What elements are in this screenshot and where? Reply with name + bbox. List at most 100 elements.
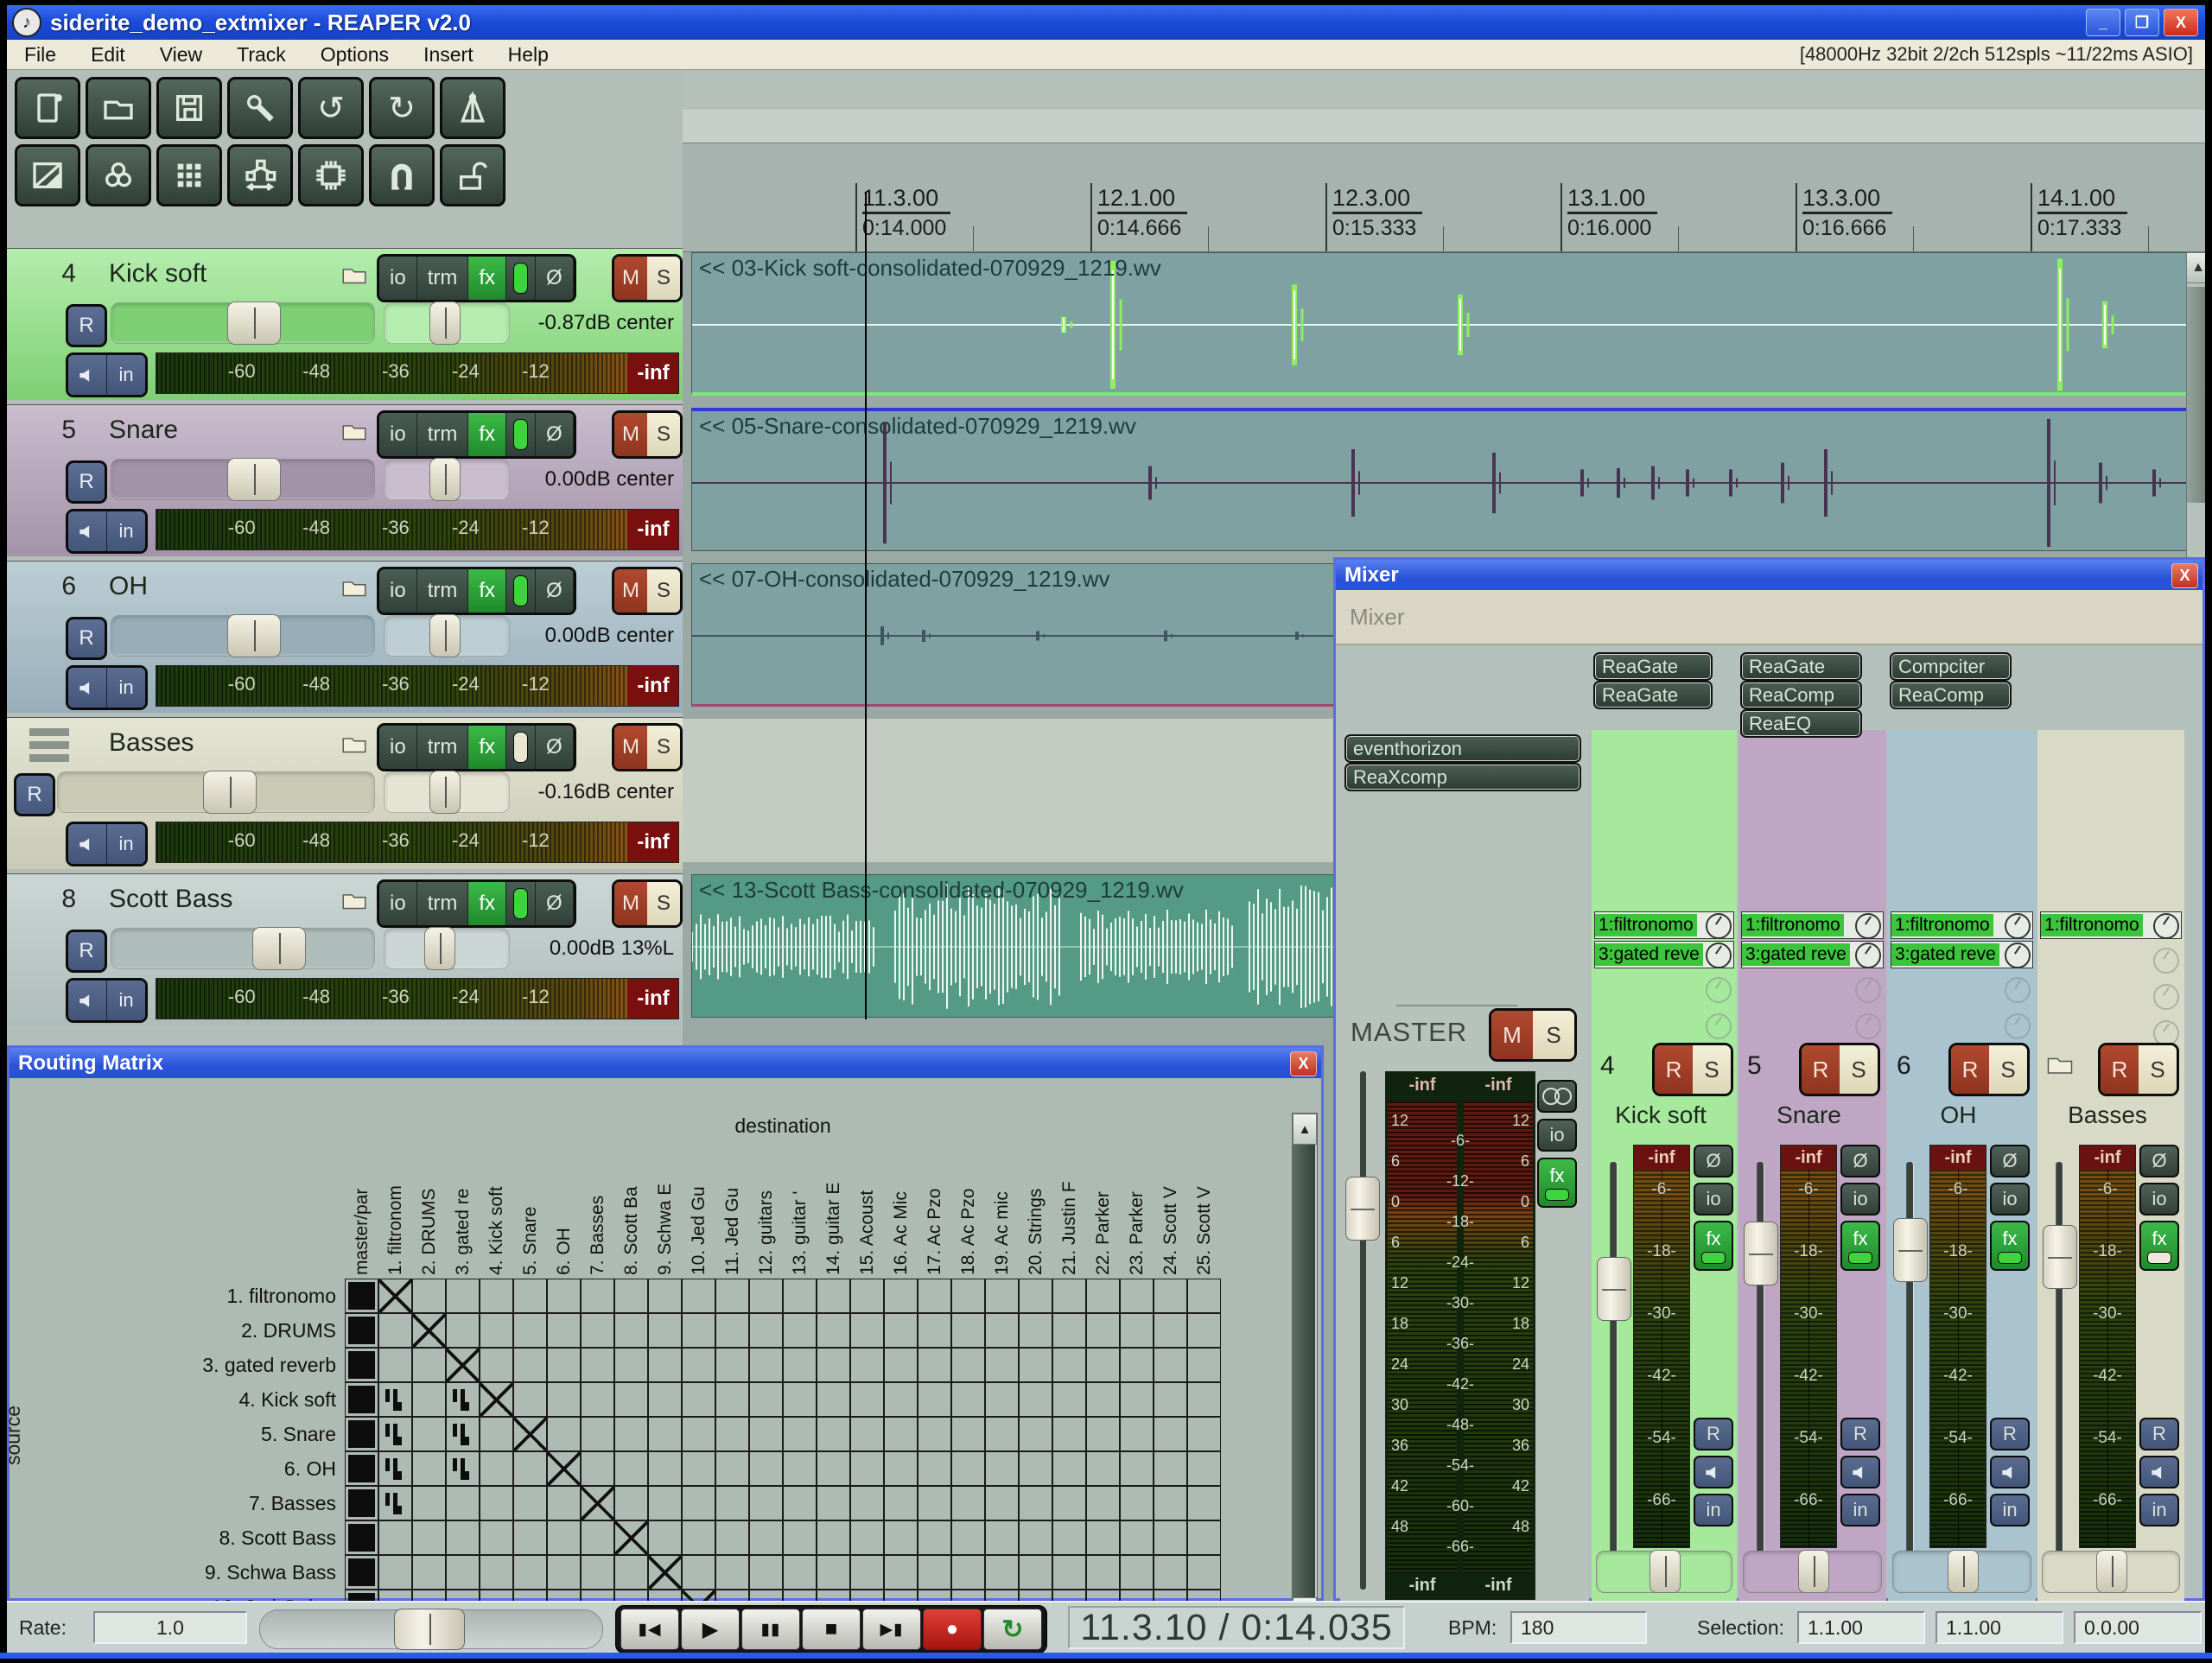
solo-button[interactable]: S [1840, 1045, 1878, 1094]
matrix-cell[interactable] [345, 1555, 378, 1590]
send-knob[interactable] [1706, 913, 1732, 939]
matrix-cell[interactable] [378, 1520, 412, 1555]
matrix-cell[interactable] [951, 1555, 985, 1590]
solo-button[interactable]: S [647, 882, 680, 925]
matrix-cell[interactable] [1052, 1555, 1086, 1590]
matrix-cell[interactable] [1086, 1486, 1120, 1520]
pan-slider-thumb[interactable] [424, 927, 455, 970]
matrix-cell[interactable] [951, 1520, 985, 1555]
matrix-cell[interactable] [783, 1486, 817, 1520]
volume-slider-thumb[interactable] [203, 771, 257, 814]
media-item[interactable]: << 05-Snare-consolidated-070929_1219.wv [691, 408, 2188, 551]
matrix-cell[interactable] [345, 1520, 378, 1555]
matrix-cell[interactable] [715, 1348, 749, 1382]
record-button[interactable]: ● [923, 1609, 982, 1650]
matrix-cell[interactable] [817, 1520, 850, 1555]
mixer-button[interactable] [86, 144, 151, 206]
matrix-cell[interactable] [715, 1520, 749, 1555]
matrix-cell[interactable] [884, 1555, 918, 1590]
matrix-cell[interactable] [1187, 1279, 1221, 1313]
channel-fader[interactable] [1893, 1162, 1926, 1577]
fader-thumb[interactable] [1744, 1222, 1778, 1285]
matrix-cell[interactable] [648, 1382, 682, 1417]
matrix-cell[interactable] [985, 1348, 1019, 1382]
matrix-cell[interactable] [345, 1417, 378, 1451]
io-button[interactable]: io [379, 569, 417, 613]
metronome-button[interactable] [440, 77, 505, 139]
matrix-cell[interactable] [985, 1486, 1019, 1520]
empty-send-knob[interactable] [2005, 977, 2031, 1003]
matrix-cell[interactable] [1187, 1417, 1221, 1451]
matrix-cell[interactable] [884, 1348, 918, 1382]
matrix-cell[interactable] [1154, 1348, 1187, 1382]
matrix-cell[interactable] [682, 1279, 715, 1313]
matrix-cell[interactable] [682, 1348, 715, 1382]
master-fader[interactable] [1345, 1071, 1380, 1590]
send-knob[interactable] [1855, 943, 1881, 968]
monitor-speaker-icon[interactable] [68, 355, 106, 395]
matrix-cell[interactable] [985, 1313, 1019, 1348]
matrix-cell[interactable] [378, 1555, 412, 1590]
matrix-cell[interactable] [1154, 1382, 1187, 1417]
empty-send-knob[interactable] [2153, 984, 2179, 1010]
matrix-cell[interactable] [817, 1348, 850, 1382]
matrix-cell[interactable] [1086, 1279, 1120, 1313]
menu-help[interactable]: Help [491, 43, 566, 67]
empty-send-knob[interactable] [1855, 1013, 1881, 1039]
fx-enable-led[interactable] [506, 413, 536, 456]
matrix-cell[interactable] [749, 1486, 783, 1520]
restore-button[interactable]: ❐ [2125, 9, 2159, 36]
matrix-cell[interactable] [850, 1382, 884, 1417]
matrix-cell[interactable] [951, 1348, 985, 1382]
record-arm-button[interactable]: R [66, 304, 107, 347]
matrix-cell[interactable] [715, 1555, 749, 1590]
unlock-button[interactable] [440, 144, 505, 206]
matrix-cell[interactable] [783, 1555, 817, 1590]
matrix-cell[interactable] [783, 1279, 817, 1313]
phase-button[interactable]: Ø [536, 882, 574, 925]
monitor-speaker-icon[interactable] [68, 981, 106, 1020]
timeline-ruler[interactable]: 11.3.000:14.00012.1.000:14.66612.3.000:1… [683, 143, 2205, 252]
matrix-cell[interactable] [480, 1348, 513, 1382]
pan-thumb[interactable] [1948, 1550, 1979, 1593]
solo-button[interactable]: S [1693, 1045, 1731, 1094]
matrix-cell[interactable] [715, 1417, 749, 1451]
empty-send-knob[interactable] [2153, 948, 2179, 974]
folder-icon[interactable] [340, 261, 369, 295]
volume-slider[interactable] [111, 302, 375, 344]
matrix-cell[interactable] [412, 1417, 446, 1451]
matrix-cell[interactable] [749, 1451, 783, 1486]
send-knob[interactable] [2005, 943, 2031, 968]
pan-slider[interactable] [384, 615, 510, 657]
track-drag-handle-icon[interactable] [29, 728, 69, 767]
matrix-cell[interactable] [951, 1382, 985, 1417]
matrix-cell[interactable] [547, 1382, 581, 1417]
menu-view[interactable]: View [143, 43, 219, 67]
solo-button[interactable]: S [647, 413, 680, 456]
matrix-cell[interactable] [749, 1520, 783, 1555]
mute-button[interactable]: M [614, 882, 647, 925]
matrix-cell[interactable] [446, 1486, 480, 1520]
volume-slider[interactable] [111, 615, 375, 657]
fx-button[interactable]: fx [468, 726, 506, 769]
matrix-cell[interactable] [783, 1417, 817, 1451]
pan-slider[interactable] [1892, 1551, 2031, 1593]
folder-icon[interactable] [340, 886, 369, 920]
matrix-cell[interactable] [1052, 1486, 1086, 1520]
matrix-cell[interactable] [446, 1417, 480, 1451]
master-fx-button[interactable]: fx [1537, 1158, 1577, 1208]
pan-slider[interactable] [384, 302, 510, 344]
fx-button[interactable]: fx [468, 413, 506, 456]
menu-insert[interactable]: Insert [406, 43, 491, 67]
record-arm-button[interactable]: R [66, 460, 107, 504]
matrix-cell[interactable] [547, 1451, 581, 1486]
matrix-cell[interactable] [614, 1520, 648, 1555]
track-name[interactable]: Kick soft [109, 259, 207, 289]
empty-send-knob[interactable] [1706, 977, 1732, 1003]
trim-button[interactable]: trm [417, 257, 469, 300]
matrix-cell[interactable] [480, 1555, 513, 1590]
matrix-cell[interactable] [951, 1279, 985, 1313]
matrix-cell[interactable] [783, 1451, 817, 1486]
matrix-cell[interactable] [817, 1486, 850, 1520]
fx-button[interactable]: fx [2139, 1221, 2179, 1271]
